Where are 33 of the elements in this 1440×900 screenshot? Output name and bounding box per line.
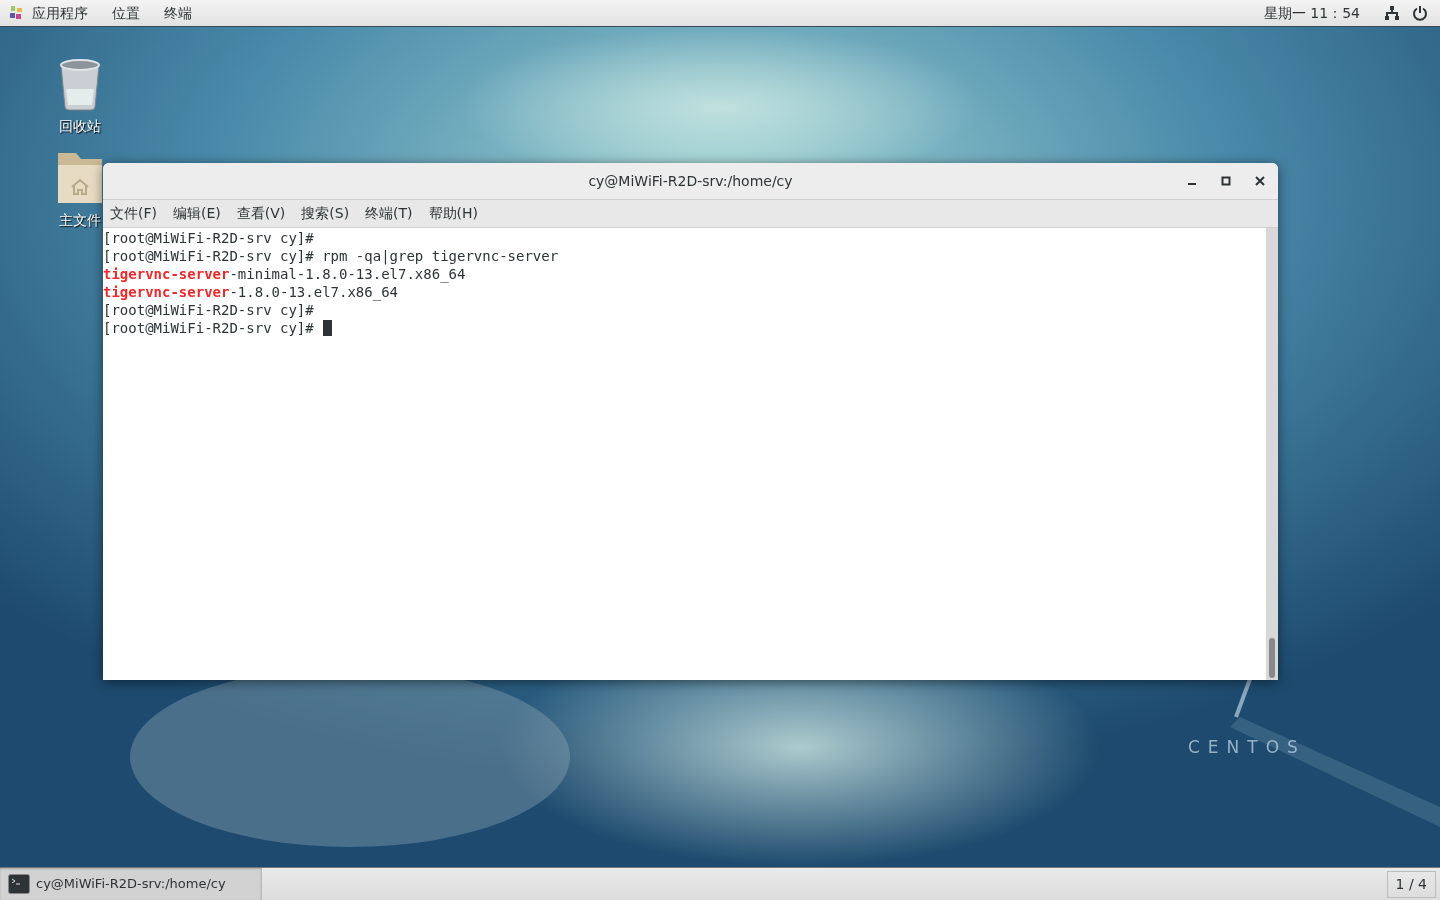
menu-item[interactable]: 搜索(S) [301, 203, 350, 224]
terminal-text: [root@MiWiFi-R2D-srv cy]# rpm -qa|grep tigervnc-server [103, 247, 559, 265]
terminal-text: [root@MiWiFi-R2D-srv cy]# [103, 301, 314, 319]
menu-item[interactable]: 编辑(E) [173, 203, 221, 224]
top-menu-item[interactable]: 位置 [112, 2, 140, 24]
menu-item[interactable]: 文件(F) [110, 203, 157, 224]
terminal-text: [root@MiWiFi-R2D-srv cy]# [103, 319, 314, 337]
menu-item[interactable]: 查看(V) [236, 203, 286, 224]
home-folder-icon[interactable] [56, 151, 104, 205]
trash-icon[interactable] [58, 59, 102, 111]
apps-menu-icon[interactable] [8, 5, 24, 21]
text-cursor [322, 320, 332, 336]
scrollbar-thumb[interactable] [1269, 638, 1275, 678]
terminal-text: tigervnc-server [103, 265, 230, 283]
terminal-text: -minimal-1.8.0-13.el7.x86_64 [229, 265, 466, 283]
window-title: cy@MiWiFi-R2D-srv:/home/cy [588, 171, 793, 191]
terminal-icon [8, 874, 30, 894]
wallpaper-logo-text: CENTOS [1188, 736, 1306, 759]
menu-item[interactable]: 终端(T) [365, 203, 413, 224]
taskbar-button[interactable]: cy@MiWiFi-R2D-srv:/home/cy [0, 868, 262, 900]
network-icon[interactable] [1384, 5, 1400, 21]
top-menu-item[interactable]: 终端 [164, 2, 192, 24]
workspace-indicator[interactable]: 1 / 4 [1386, 870, 1436, 898]
terminal-text: [root@MiWiFi-R2D-srv cy]# [103, 229, 314, 247]
top-menu-item[interactable]: 应用程序 [32, 2, 88, 24]
desktop-icon-label[interactable]: 回收站 [59, 116, 101, 137]
power-icon[interactable] [1412, 5, 1428, 21]
terminal-text: -1.8.0-13.el7.x86_64 [229, 283, 398, 301]
scrollbar[interactable] [1266, 228, 1278, 680]
desktop-icon-label[interactable]: 主文件 [59, 210, 101, 231]
menu-item[interactable]: 帮助(H) [428, 203, 479, 224]
terminal-text: tigervnc-server [103, 283, 230, 301]
clock[interactable]: 星期一 11：54 [1263, 2, 1360, 24]
